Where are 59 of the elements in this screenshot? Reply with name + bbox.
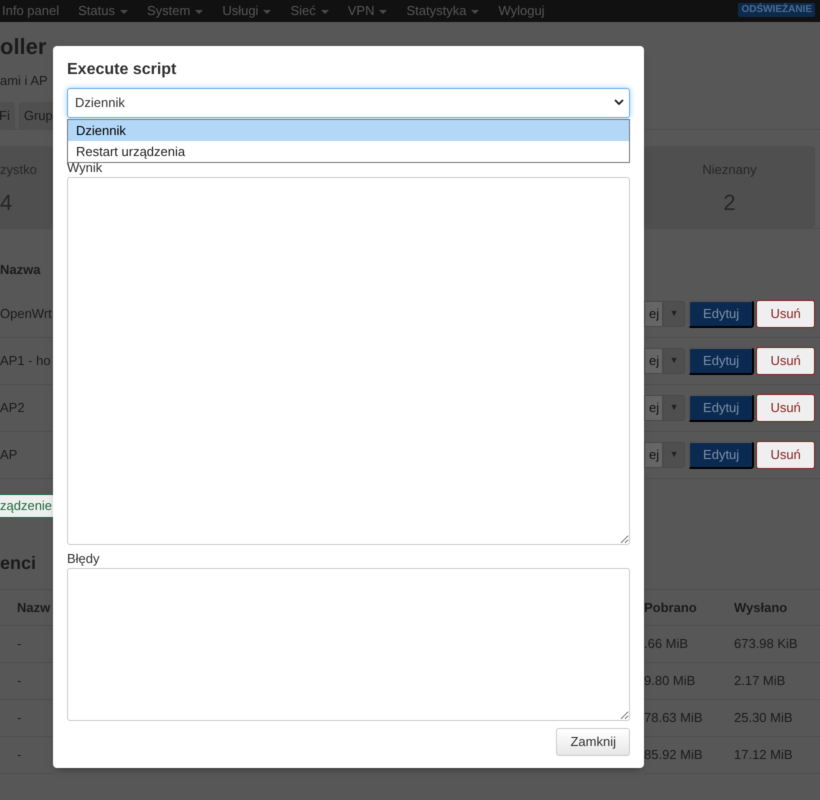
device-name: OpenWrt — [0, 305, 52, 324]
dropdown-toggle[interactable]: ▼ — [663, 395, 686, 421]
more-button[interactable]: ej — [644, 442, 664, 468]
errors-field[interactable] — [67, 568, 630, 721]
table-cell-text: - — [17, 746, 22, 764]
output-field[interactable] — [67, 177, 630, 545]
edit-button[interactable]: Edytuj — [688, 300, 754, 328]
device-name: AP2 — [0, 399, 25, 418]
table-cell-text: 673.98 KiB — [734, 635, 799, 654]
table-cell-text: - — [17, 635, 22, 654]
delete-button[interactable]: Usuń — [756, 300, 816, 328]
table-cell-text: .66 MiB — [644, 635, 690, 654]
table-cell-text: 17.12 MiB — [734, 746, 794, 764]
nav-link[interactable]: System — [146, 3, 204, 18]
more-button[interactable]: ej — [644, 301, 664, 327]
device-name: AP1 - ho — [0, 352, 51, 370]
edit-button[interactable]: Edytuj — [688, 394, 754, 422]
column-header: Wysłano — [734, 598, 788, 617]
more-button[interactable]: ej — [644, 348, 664, 374]
dropdown-toggle[interactable]: ▼ — [663, 301, 686, 327]
nav-link[interactable]: Wyloguj — [498, 3, 545, 18]
field-label: Wynik — [67, 160, 104, 175]
table-cell-text: 2.17 MiB — [734, 672, 786, 690]
dropdown-toggle[interactable]: ▼ — [663, 348, 686, 374]
close-button[interactable]: Zamknij — [556, 728, 630, 756]
dropdown-toggle[interactable]: ▼ — [663, 442, 686, 468]
chevron-icon — [614, 98, 624, 106]
more-button[interactable]: ej — [644, 395, 664, 421]
table-cell-text: 78.63 MiB — [644, 709, 704, 728]
field-label: Błędy — [67, 551, 101, 566]
edit-button[interactable]: Edytuj — [688, 441, 754, 469]
edit-button[interactable]: Edytuj — [688, 347, 754, 375]
add-device-button[interactable]: ządzenie — [0, 494, 53, 518]
column-header: Pobrano — [644, 598, 698, 617]
refresh-badge[interactable]: ODŚWIEŻANIE — [738, 3, 815, 17]
delete-button[interactable]: Usuń — [756, 441, 816, 469]
script-select[interactable]: Dziennik — [67, 88, 630, 118]
nav-link[interactable]: Usługi — [222, 3, 272, 18]
dropdown-option[interactable]: Restart urządzenia — [68, 141, 629, 162]
device-name: AP — [0, 446, 18, 464]
nav-link[interactable]: Sieć — [290, 3, 329, 18]
column-header: Nazw — [17, 598, 50, 617]
delete-button[interactable]: Usuń — [756, 347, 816, 375]
nav-link[interactable]: VPN — [348, 3, 388, 18]
nav-link[interactable]: Status — [78, 3, 128, 18]
dropdown-option[interactable]: Dziennik — [68, 120, 629, 141]
table-cell-text: - — [17, 709, 22, 728]
page-title: oller — [0, 32, 46, 60]
dialog-title: Execute script — [67, 60, 178, 80]
section-title: enci — [0, 552, 36, 575]
page-subtitle: ami i AP — [0, 72, 48, 90]
table-cell-text: 25.30 MiB — [734, 709, 794, 728]
nav-link[interactable]: Statystyka — [406, 3, 480, 18]
delete-button[interactable]: Usuń — [756, 394, 816, 422]
nav-link[interactable]: Info panel — [2, 3, 60, 18]
column-header: Nazwa — [0, 261, 40, 280]
table-cell-text: 85.92 MiB — [644, 746, 704, 764]
table-cell-text: 9.80 MiB — [644, 672, 696, 690]
table-cell-text: - — [17, 672, 22, 690]
